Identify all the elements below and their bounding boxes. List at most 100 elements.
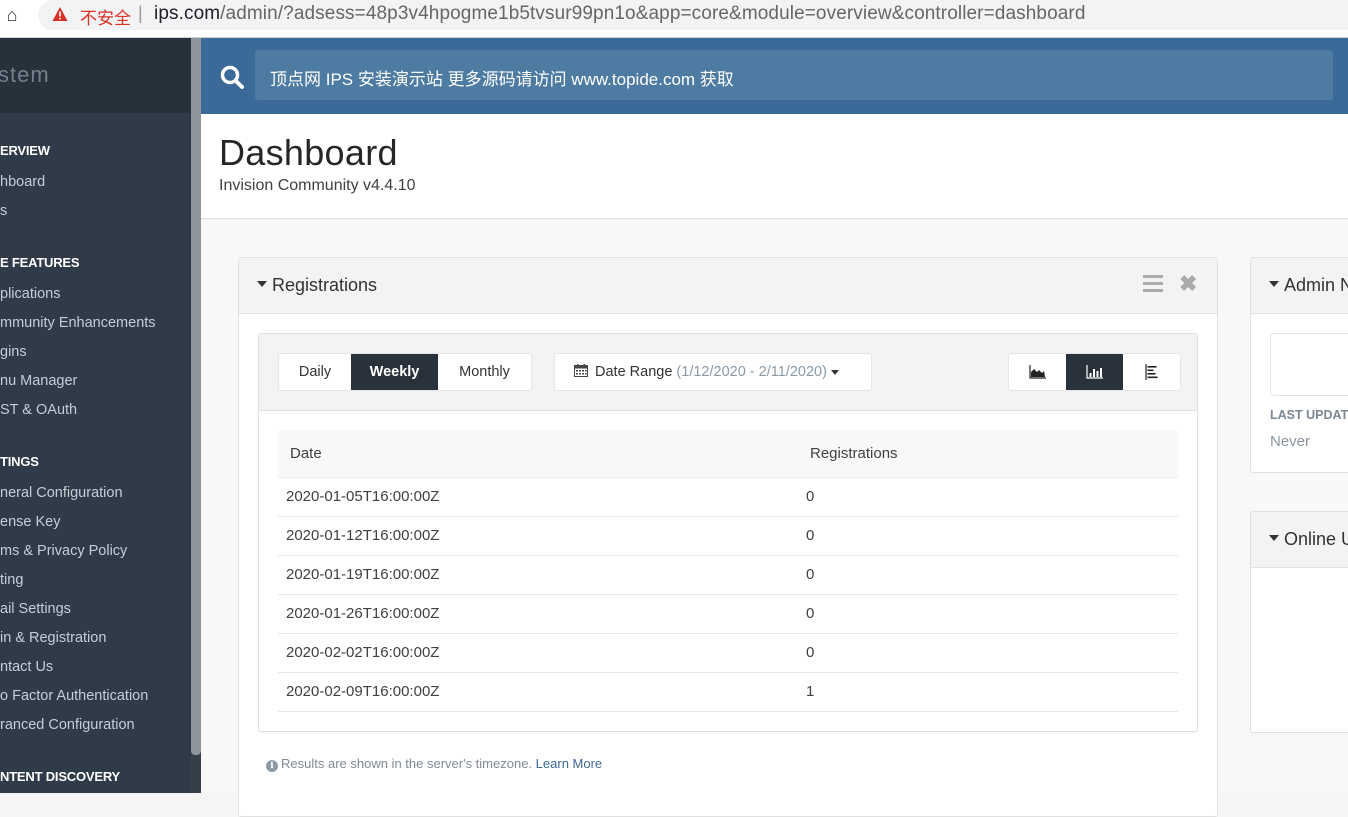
- cell-registrations: 0: [798, 594, 1178, 634]
- security-status[interactable]: 不安全: [80, 4, 131, 29]
- date-range-button[interactable]: Date Range (1/12/2020 - 2/11/2020): [554, 353, 872, 391]
- warning-icon: [52, 7, 68, 21]
- caret-down-icon: [830, 369, 839, 375]
- page-header: Dashboard Invision Community v4.4.10: [201, 114, 1348, 219]
- widget-title: Registrations: [272, 275, 378, 295]
- cell-date: 2020-02-09T16:00:00Z: [278, 672, 798, 712]
- cell-registrations: 1: [798, 672, 1178, 712]
- table-view-icon: [1144, 364, 1157, 380]
- table-view-button[interactable]: [1123, 354, 1180, 390]
- registrations-widget: Registrations ✖ Daily Weekly Monthly Dat…: [238, 257, 1218, 817]
- cell-registrations: 0: [798, 555, 1178, 595]
- cell-date: 2020-01-26T16:00:00Z: [278, 594, 798, 634]
- cell-date: 2020-01-05T16:00:00Z: [278, 477, 798, 517]
- url-path: /admin/?adsess=48p3v4hpogme1b5tvsur99pn1…: [220, 3, 1086, 24]
- url-text[interactable]: ips.com/admin/?adsess=48p3v4hpogme1b5tvs…: [154, 3, 1086, 25]
- learn-more-link[interactable]: Learn More: [536, 756, 602, 771]
- widget-header: Registrations ✖: [239, 258, 1217, 314]
- info-icon: i: [266, 760, 278, 772]
- url-host: ips.com: [154, 3, 221, 24]
- sidebar-item-menu-manager[interactable]: nu Manager: [0, 373, 77, 389]
- sidebar-section-core-features: E FEATURES: [0, 255, 80, 270]
- sidebar-section-settings: TINGS: [0, 454, 39, 469]
- table-row: 2020-02-02T16:00:00Z 0: [278, 633, 1178, 673]
- home-icon[interactable]: ⌂: [2, 5, 22, 25]
- sidebar-item-login-registration[interactable]: in & Registration: [0, 630, 106, 646]
- table-row: 2020-01-12T16:00:00Z 0: [278, 516, 1178, 556]
- caret-down-icon: [1269, 535, 1279, 542]
- last-updated-value: Never: [1270, 433, 1311, 450]
- column-header-registrations[interactable]: Registrations: [798, 430, 1178, 478]
- close-icon[interactable]: ✖: [1179, 271, 1197, 297]
- table-row: 2020-01-26T16:00:00Z 0: [278, 594, 1178, 634]
- period-weekly-button[interactable]: Weekly: [351, 354, 438, 390]
- sidebar-item-plugins[interactable]: gins: [0, 344, 27, 360]
- sidebar-item-posting[interactable]: ting: [0, 572, 23, 588]
- sidebar-item-terms-privacy[interactable]: ms & Privacy Policy: [0, 543, 127, 559]
- area-chart-icon: [1028, 365, 1046, 379]
- caret-down-icon: [257, 281, 267, 288]
- sidebar-item-general-configuration[interactable]: neral Configuration: [0, 485, 123, 501]
- widget-title: Online U: [1284, 529, 1348, 549]
- sidebar-item-email-settings[interactable]: ail Settings: [0, 601, 71, 617]
- sidebar-item-license-key[interactable]: ense Key: [0, 514, 60, 530]
- widget-header: Online U: [1251, 512, 1348, 568]
- column-header-date[interactable]: Date: [278, 430, 798, 478]
- bar-chart-button[interactable]: [1066, 354, 1123, 390]
- sidebar-item-two-factor-auth[interactable]: o Factor Authentication: [0, 688, 148, 704]
- widget-title: Admin N: [1284, 275, 1348, 295]
- last-updated-label: LAST UPDAT: [1270, 408, 1348, 422]
- sidebar-item-stats[interactable]: s: [0, 203, 7, 219]
- sidebar-header: stem: [0, 38, 191, 113]
- page-title: Dashboard: [219, 132, 398, 173]
- reorder-icon[interactable]: [1143, 275, 1163, 293]
- search-input[interactable]: 顶点网 IPS 安装演示站 更多源码请访问 www.topide.com 获取: [255, 50, 1333, 100]
- sidebar-item-rest-oauth[interactable]: ST & OAuth: [0, 402, 77, 418]
- chart-toolbar: Daily Weekly Monthly Date Range (1/12/20…: [259, 334, 1197, 411]
- chart-type-selector: [1008, 353, 1181, 391]
- widget-toggle[interactable]: Online U: [1269, 529, 1348, 550]
- search-input-value: 顶点网 IPS 安装演示站 更多源码请访问 www.topide.com 获取: [270, 70, 734, 89]
- widget-toggle[interactable]: Admin N: [1269, 275, 1348, 296]
- dashboard-content: Registrations ✖ Daily Weekly Monthly Dat…: [201, 220, 1348, 817]
- sidebar-brand: stem: [0, 62, 50, 87]
- sidebar-item-advanced-configuration[interactable]: ranced Configuration: [0, 717, 135, 733]
- page-subtitle: Invision Community v4.4.10: [219, 177, 416, 194]
- sidebar-item-dashboard[interactable]: hboard: [0, 174, 45, 190]
- cell-date: 2020-02-02T16:00:00Z: [278, 633, 798, 673]
- widget-toggle[interactable]: Registrations: [257, 275, 377, 296]
- sidebar-scrollbar-thumb[interactable]: [191, 38, 201, 755]
- cell-registrations: 0: [798, 516, 1178, 556]
- period-monthly-button[interactable]: Monthly: [438, 354, 531, 390]
- registrations-chart-panel: Daily Weekly Monthly Date Range (1/12/20…: [258, 333, 1198, 732]
- period-selector: Daily Weekly Monthly: [278, 353, 532, 391]
- search-icon[interactable]: [219, 64, 245, 90]
- cell-date: 2020-01-12T16:00:00Z: [278, 516, 798, 556]
- area-chart-button[interactable]: [1009, 354, 1066, 390]
- table-row: 2020-01-19T16:00:00Z 0: [278, 555, 1178, 595]
- widget-header: Admin N: [1251, 258, 1348, 314]
- cell-registrations: 0: [798, 633, 1178, 673]
- registrations-table: Date Registrations 2020-01-05T16:00:00Z …: [278, 430, 1178, 712]
- sidebar-item-community-enhancements[interactable]: mmunity Enhancements: [0, 315, 156, 331]
- admin-notes-widget: Admin N LAST UPDAT Never: [1250, 257, 1348, 473]
- date-range-label: Date Range: [595, 364, 673, 380]
- sidebar-section-overview: ERVIEW: [0, 143, 50, 158]
- timezone-note: i Results are shown in the server's timez…: [266, 756, 602, 772]
- date-range-value: (1/12/2020 - 2/11/2020): [676, 364, 827, 380]
- table-row: 2020-01-05T16:00:00Z 0: [278, 477, 1178, 517]
- sidebar-item-contact-us[interactable]: ntact Us: [0, 659, 53, 675]
- sidebar-section-content-discovery: NTENT DISCOVERY: [0, 769, 121, 784]
- acp-search-header: 顶点网 IPS 安装演示站 更多源码请访问 www.topide.com 获取: [201, 38, 1348, 114]
- admin-notes-textarea[interactable]: [1270, 333, 1348, 396]
- browser-toolbar: ⌂ 不安全 | ips.com/admin/?adsess=48p3v4hpog…: [0, 0, 1348, 38]
- bar-chart-icon: [1085, 365, 1103, 379]
- cell-date: 2020-01-19T16:00:00Z: [278, 555, 798, 595]
- sidebar-item-applications[interactable]: plications: [0, 286, 60, 302]
- period-daily-button[interactable]: Daily: [279, 354, 351, 390]
- table-row: 2020-02-09T16:00:00Z 1: [278, 672, 1178, 712]
- cell-registrations: 0: [798, 477, 1178, 517]
- url-divider: |: [138, 3, 143, 23]
- admin-sidebar: stem ERVIEW hboard s E FEATURES plicatio…: [0, 38, 201, 793]
- caret-down-icon: [1269, 281, 1279, 288]
